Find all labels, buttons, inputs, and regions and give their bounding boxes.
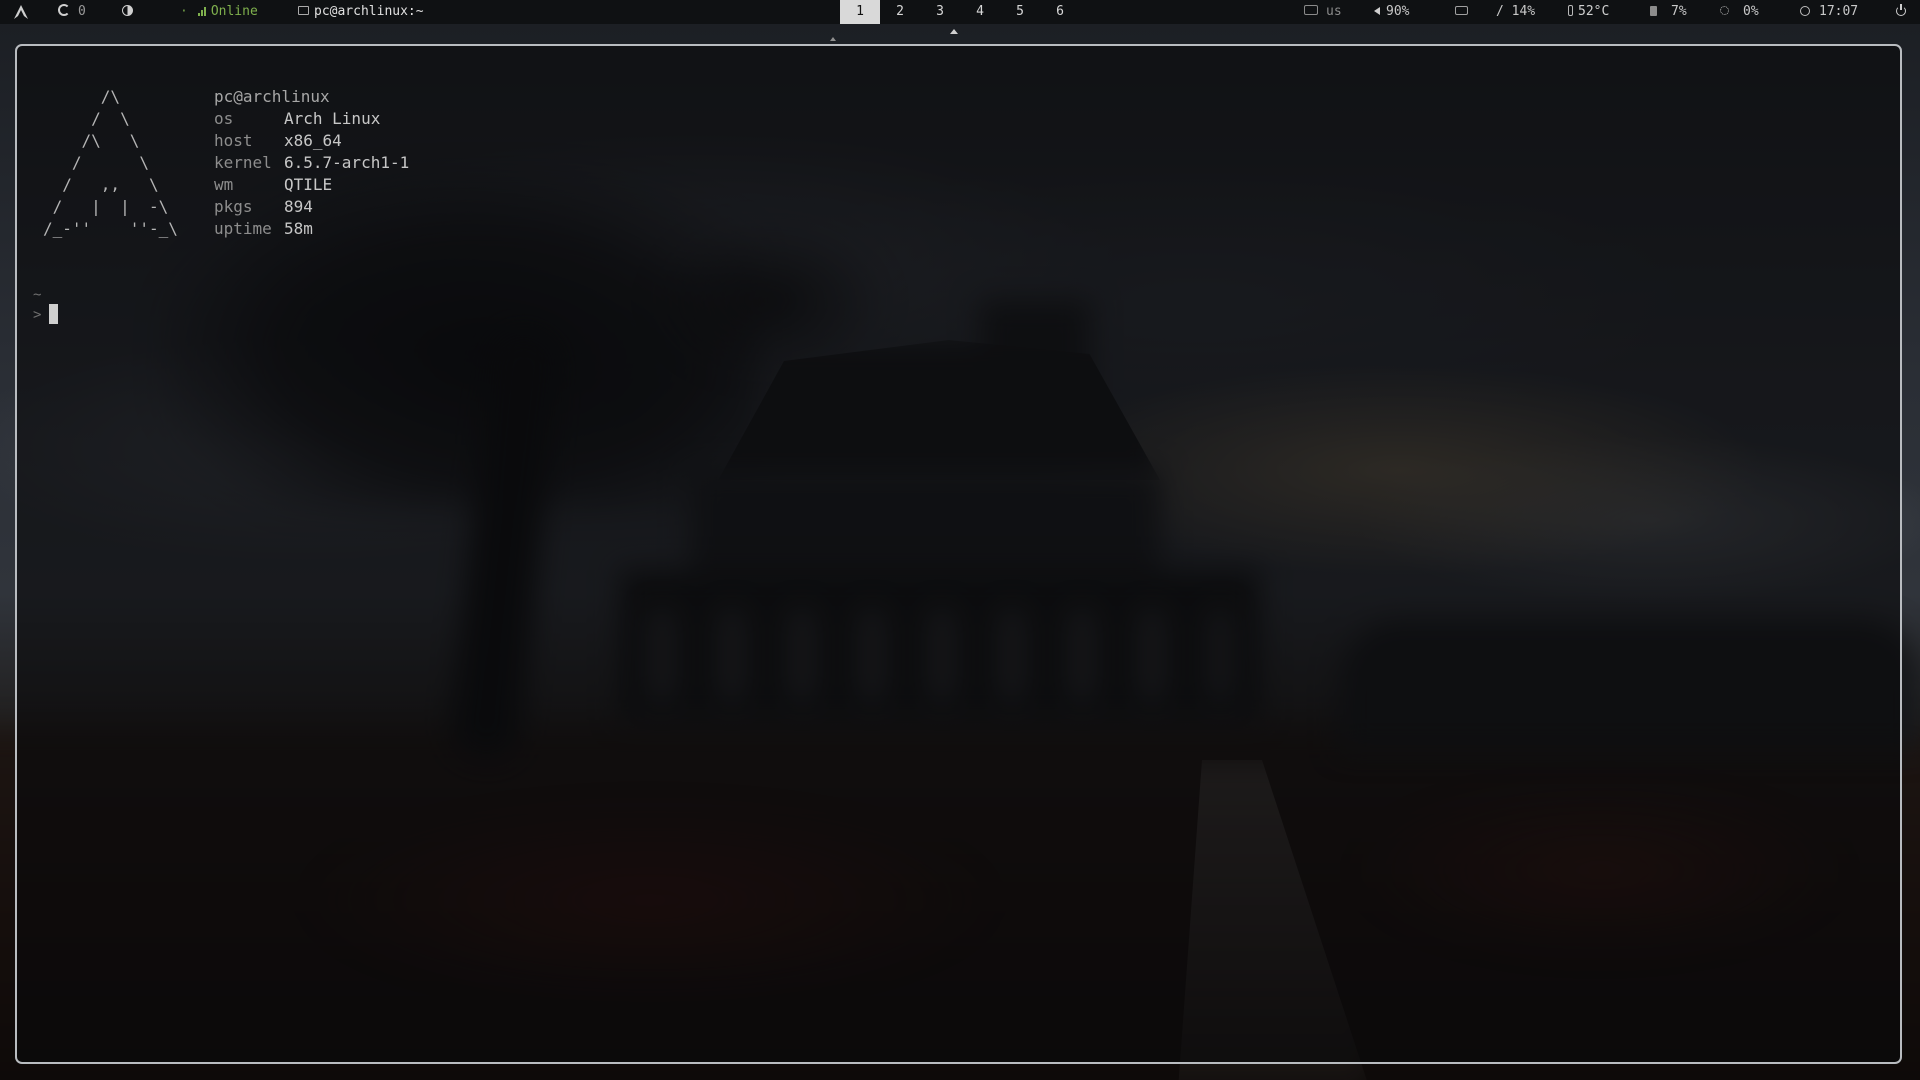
prompt-line[interactable]: >: [33, 304, 59, 326]
workspace-5[interactable]: 5: [1000, 0, 1040, 24]
drive-widget[interactable]: [1455, 0, 1468, 24]
fetch-key: host: [214, 131, 253, 150]
disk-usage-text: / 14%: [1496, 4, 1536, 19]
disk-usage-widget[interactable]: / 14%: [1496, 0, 1535, 24]
workspace-6[interactable]: 6: [1040, 0, 1080, 24]
workspace-groups: 1 2 3 4 5 6: [840, 0, 1080, 24]
cpu-widget[interactable]: 0%: [1720, 0, 1759, 24]
network-widget[interactable]: · Online: [180, 0, 258, 24]
volume-widget[interactable]: 90%: [1374, 0, 1409, 24]
volume-level: 90%: [1386, 4, 1410, 19]
workspace-3[interactable]: 3: [920, 0, 960, 24]
fetch-row-host: host x86_64: [214, 130, 409, 152]
memory-widget[interactable]: 7%: [1650, 0, 1687, 24]
fetch-value: 58m: [284, 219, 313, 238]
updates-count: 0: [78, 4, 86, 19]
fetch-user-host: pc@archlinux: [214, 87, 330, 106]
arch-linux-icon[interactable]: [14, 0, 32, 24]
hard-drive-icon: [1455, 6, 1468, 15]
power-profile-widget[interactable]: [122, 0, 133, 24]
fetch-value: QTILE: [284, 175, 333, 194]
thermometer-icon: [1568, 5, 1573, 16]
network-separator-dot: ·: [180, 4, 188, 19]
fetch-value: x86_64: [284, 131, 342, 150]
fetch-row-os: os Arch Linux: [214, 108, 409, 130]
fetch-row-wm: wm QTILE: [214, 174, 409, 196]
network-status: Online: [210, 4, 258, 19]
mouse-pointer-icon: [950, 29, 958, 34]
signal-icon: [197, 1, 207, 25]
speaker-icon: [1374, 7, 1380, 15]
temperature-text: 52°C: [1578, 4, 1610, 19]
workspace-1[interactable]: 1: [840, 0, 880, 24]
update-icon: [58, 4, 70, 16]
fetch-row-uptime: uptime 58m: [214, 218, 409, 240]
prompt-directory: ~: [33, 287, 42, 303]
top-bar: 0 · Online pc@archlinux:~ 1 2 3 4 5 6 us …: [0, 0, 1920, 24]
text-cursor: [49, 304, 59, 324]
workspace-4[interactable]: 4: [960, 0, 1000, 24]
fetch-info-list: os Arch Linux host x86_64 kernel 6.5.7-arch…: [214, 108, 409, 240]
workspace-2[interactable]: 2: [880, 0, 920, 24]
arch-ascii-logo: /\ / \ /\ \ / \ / ,, \ / | | -\ /_-'' ''…: [43, 87, 178, 238]
memory-usage-text: 7%: [1671, 4, 1687, 19]
window-icon: [298, 6, 309, 15]
prompt-symbol: >: [33, 307, 42, 323]
fetch-key: uptime: [214, 219, 272, 238]
fetch-key: pkgs: [214, 197, 253, 216]
cpu-usage-text: 0%: [1743, 4, 1759, 19]
power-profile-icon: [122, 5, 133, 16]
fetch-key: wm: [214, 175, 234, 194]
fetch-value: 6.5.7-arch1-1: [284, 153, 410, 172]
arch-linux-icon-svg: [14, 5, 28, 19]
pointer-marker-icon: [830, 37, 836, 41]
fetch-row-kernel: kernel 6.5.7-arch1-1: [214, 152, 409, 174]
keyboard-layout-widget[interactable]: us: [1304, 0, 1342, 24]
terminal-window[interactable]: /\ / \ /\ \ / \ / ,, \ / | | -\ /_-'' ''…: [15, 44, 1902, 1064]
clock-widget[interactable]: 17:07: [1800, 0, 1858, 24]
memory-icon: [1650, 6, 1657, 16]
cpu-icon: [1720, 6, 1729, 15]
updates-widget[interactable]: 0: [58, 0, 86, 24]
fetch-key: kernel: [214, 153, 272, 172]
clock-icon: [1800, 6, 1810, 16]
fetch-value: 894: [284, 197, 313, 216]
fetch-row-pkgs: pkgs 894: [214, 196, 409, 218]
fetch-value: Arch Linux: [284, 109, 381, 128]
keyboard-icon: [1304, 5, 1318, 15]
active-window-title[interactable]: pc@archlinux:~: [298, 0, 424, 24]
temperature-widget[interactable]: 52°C: [1568, 0, 1609, 24]
clock-time: 17:07: [1819, 4, 1859, 19]
power-button[interactable]: [1896, 0, 1906, 24]
window-title-text: pc@archlinux:~: [314, 4, 424, 19]
keyboard-layout-text: us: [1326, 4, 1342, 19]
fetch-key: os: [214, 109, 234, 128]
power-icon: [1896, 4, 1906, 16]
